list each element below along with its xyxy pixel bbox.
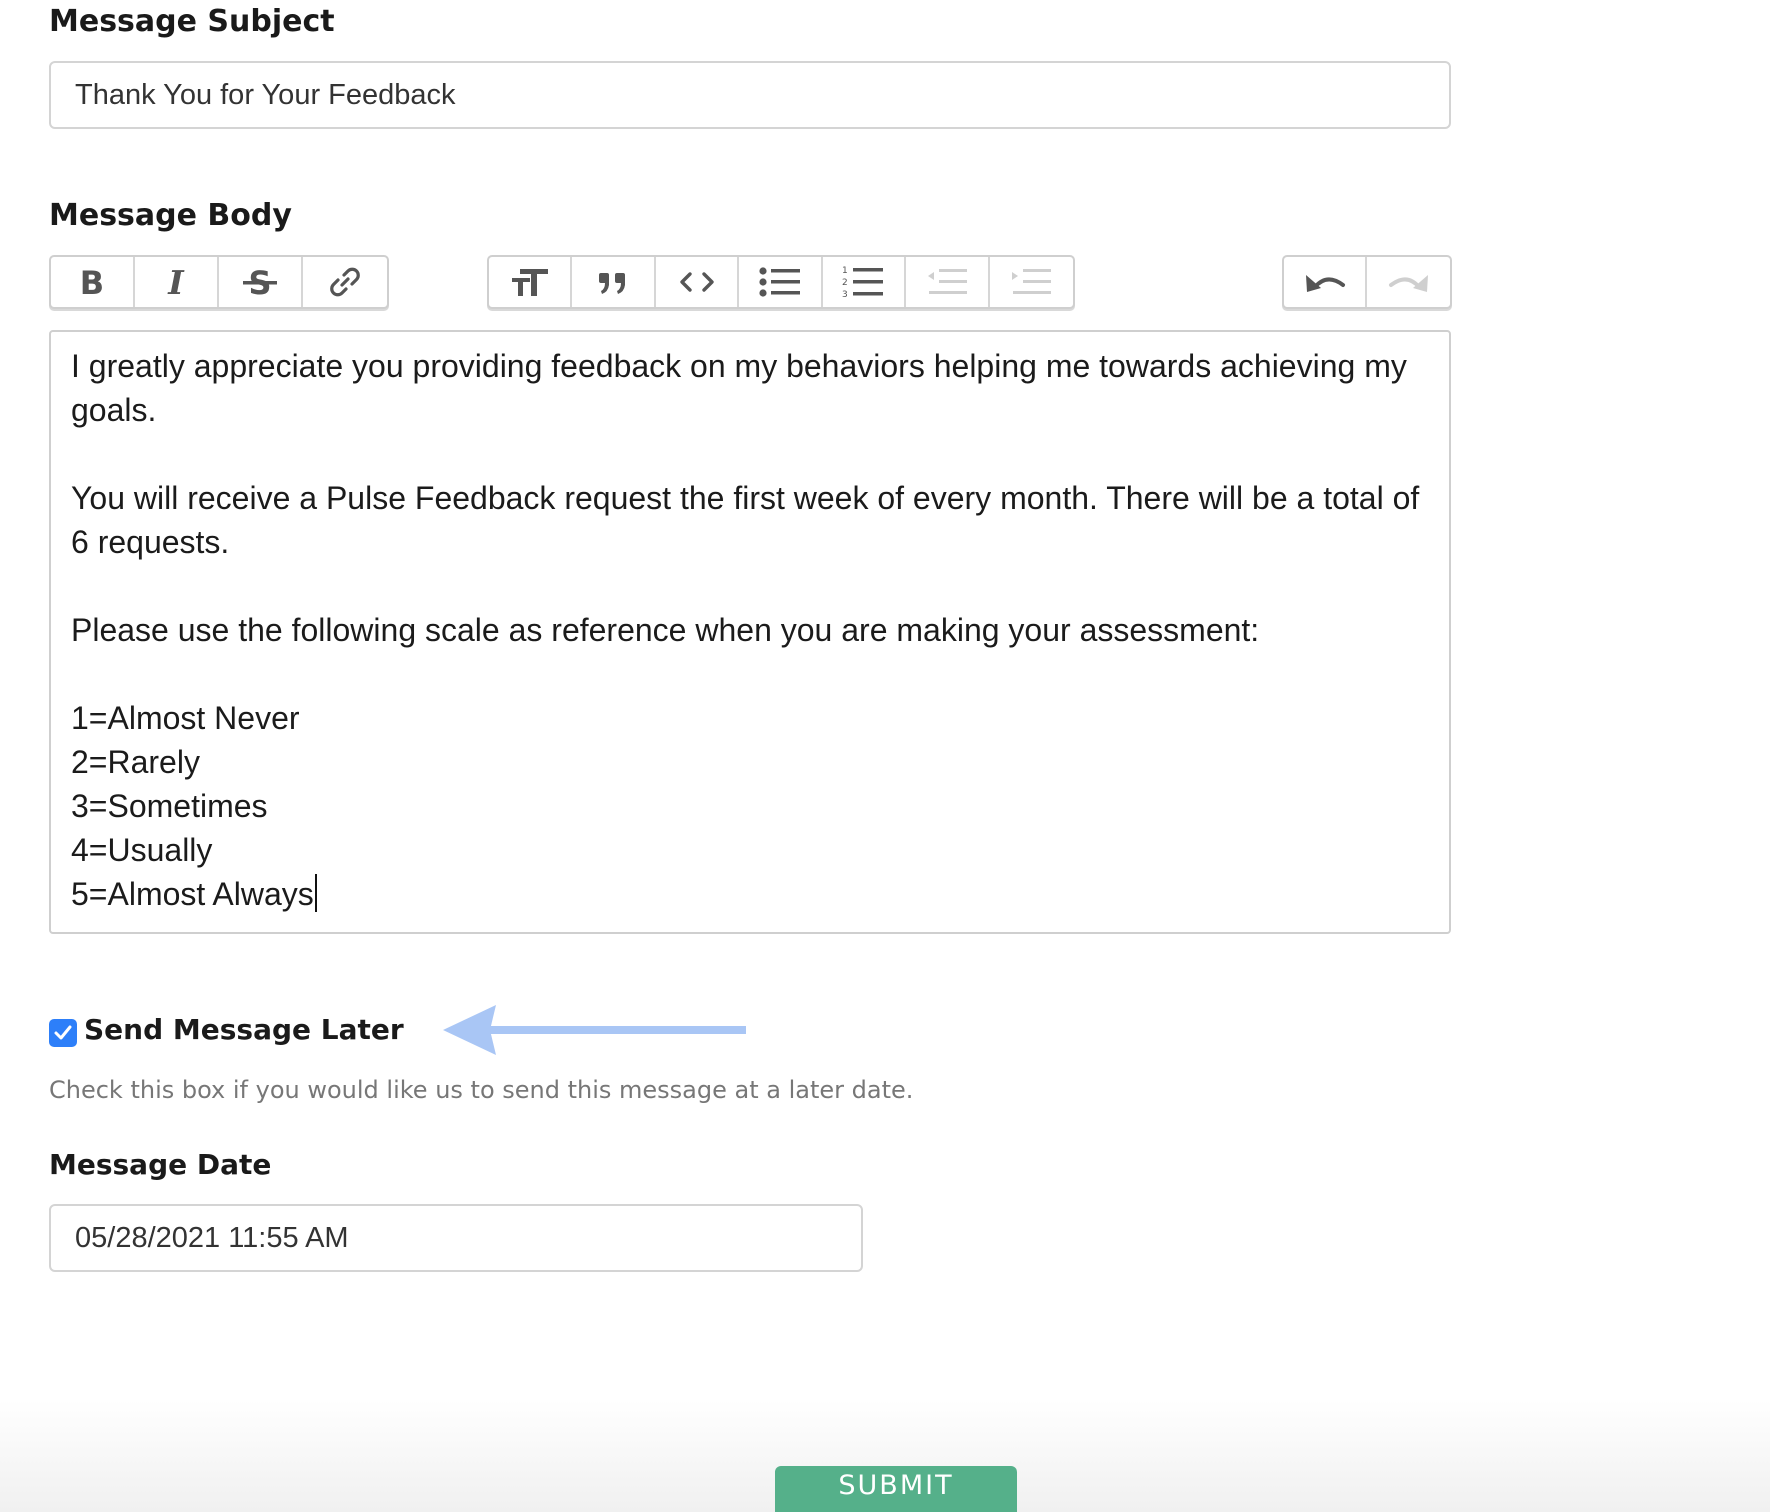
scale-item-last: 5=Almost Always [71,872,1429,916]
quote-icon [599,273,626,294]
strikethrough-icon: S [243,264,277,300]
redo-button[interactable] [1367,257,1450,307]
scale-item: 1=Almost Never [71,700,300,736]
block-toolbar-group: 1 2 3 [487,255,1075,309]
message-body-editor[interactable]: I greatly appreciate you providing feedb… [49,330,1451,934]
quote-button[interactable] [572,257,656,307]
italic-button[interactable]: I [135,257,219,307]
bold-button[interactable]: B [51,257,135,307]
scale-item: 5=Almost Always [71,876,314,912]
link-button[interactable] [303,257,387,307]
link-icon [330,267,360,297]
svg-text:1: 1 [842,266,848,276]
body-paragraph: You will receive a Pulse Feedback reques… [71,480,1420,560]
scale-item: 4=Usually [71,832,213,868]
text-caret [314,874,317,912]
heading-button[interactable] [489,257,573,307]
body-paragraph: I greatly appreciate you providing feedb… [71,348,1407,428]
svg-text:I: I [167,265,185,299]
message-date-label: Message Date [49,1148,272,1181]
numbered-list-icon: 1 2 3 [842,266,884,300]
body-paragraph: Please use the following scale as refere… [71,612,1260,648]
body-label: Message Body [49,198,292,233]
heading-icon [511,269,548,296]
redo-icon [1388,275,1428,292]
bullet-list-button[interactable] [739,257,823,307]
undo-button[interactable] [1284,257,1368,307]
submit-button[interactable]: SUBMIT [775,1466,1017,1512]
outdent-icon [927,269,967,294]
subject-input[interactable]: Thank You for Your Feedback [49,61,1451,129]
history-toolbar-group [1282,255,1452,309]
code-icon [679,272,714,292]
bold-icon: B [80,265,104,299]
bullet-list-icon [759,267,801,297]
outdent-button[interactable] [906,257,990,307]
undo-icon [1305,275,1345,292]
svg-text:B: B [80,265,104,299]
indent-button[interactable] [990,257,1073,307]
svg-text:3: 3 [842,290,848,300]
numbered-list-button[interactable]: 1 2 3 [823,257,907,307]
strikethrough-button[interactable]: S [219,257,303,307]
code-button[interactable] [656,257,740,307]
send-later-label[interactable]: Send Message Later [84,1013,404,1046]
message-date-input[interactable]: 05/28/2021 11:55 AM [49,1204,863,1272]
arrow-left-icon [443,1005,746,1055]
subject-label: Message Subject [49,4,335,39]
checkmark-icon [54,1025,72,1040]
indent-icon [1012,269,1052,294]
send-later-help: Check this box if you would like us to s… [49,1076,914,1104]
scale-item: 2=Rarely [71,744,200,780]
scale-item: 3=Sometimes [71,788,268,824]
svg-text:2: 2 [842,278,848,288]
format-toolbar-group: B I S [49,255,389,309]
send-later-checkbox[interactable] [49,1019,77,1047]
italic-icon: I [167,265,185,299]
